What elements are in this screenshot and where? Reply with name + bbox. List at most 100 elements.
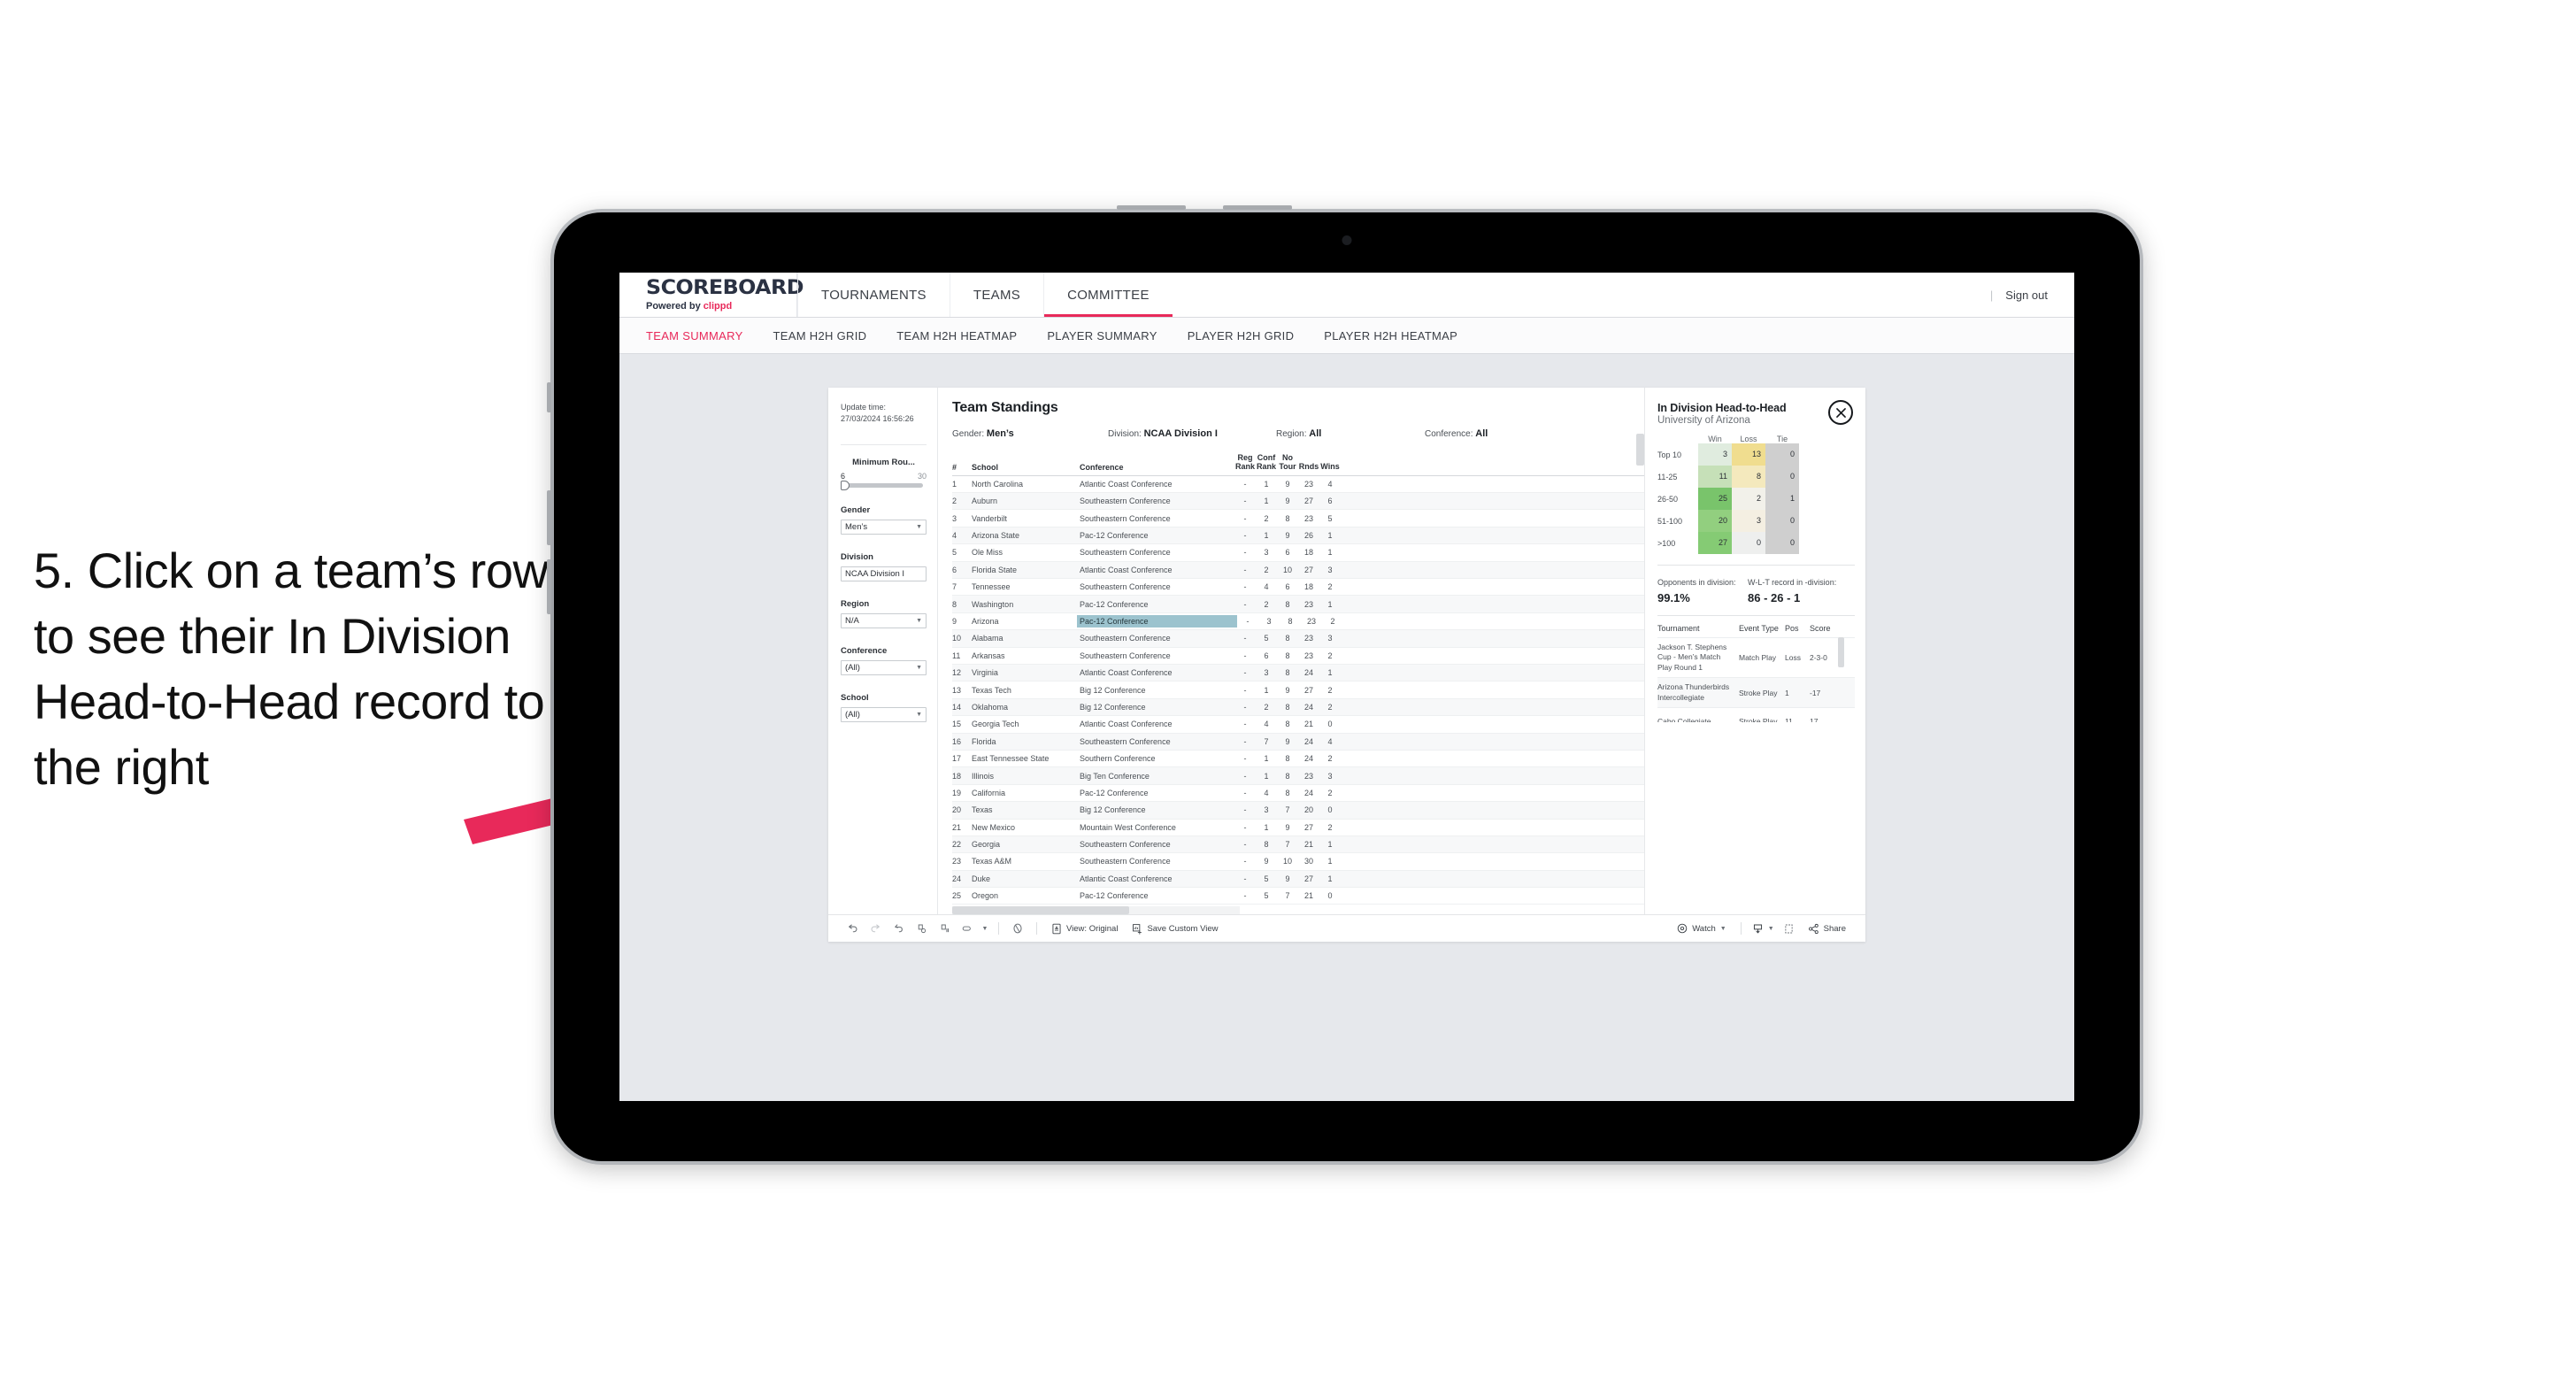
cell-conference: Big 12 Conference: [1080, 685, 1146, 695]
table-row[interactable]: 5 Ole Miss Southeastern Conference - 3 6 18 1: [952, 544, 1644, 562]
filter-conference-select[interactable]: (All) ▼: [841, 660, 927, 676]
h2h-heatmap-cell[interactable]: 3: [1732, 510, 1765, 532]
tab-team-h2h-grid[interactable]: TEAM H2H GRID: [773, 329, 867, 343]
horizontal-scrollbar-thumb[interactable]: [952, 906, 1129, 915]
table-row[interactable]: 14 Oklahoma Big 12 Conference - 2 8 24 2: [952, 698, 1644, 717]
h2h-heatmap-cell[interactable]: 3: [1698, 443, 1732, 466]
table-row[interactable]: 8 Washington Pac-12 Conference - 2 8 23 1: [952, 596, 1644, 613]
tournament-row[interactable]: Cabo Collegiate Stroke Play 11 17: [1657, 707, 1855, 722]
cell-wins: 1: [1327, 548, 1333, 558]
table-row[interactable]: 2 Auburn Southeastern Conference - 1 9 27 6: [952, 493, 1644, 511]
h2h-subtitle: University of Arizona: [1657, 415, 1750, 426]
vertical-scrollbar-thumb[interactable]: [1636, 434, 1644, 466]
tab-team-summary[interactable]: TEAM SUMMARY: [646, 329, 743, 343]
table-row[interactable]: 23 Texas A&M Southeastern Conference - 9 10 30…: [952, 853, 1644, 871]
stat-opponents-value: 99.1%: [1657, 591, 1690, 604]
device-layout-icon[interactable]: [1778, 919, 1801, 938]
save-custom-view-button[interactable]: Save Custom View: [1125, 923, 1225, 935]
cell-conf-rank: 1: [1264, 497, 1269, 506]
fit-size-icon[interactable]: [956, 919, 979, 938]
app-header: SCOREBOARD Powered by clippd TOURNAMENTS…: [619, 273, 2074, 318]
nav-item-tournaments[interactable]: TOURNAMENTS: [797, 273, 950, 317]
pause-updates-icon[interactable]: [933, 919, 956, 938]
table-row[interactable]: 21 New Mexico Mountain West Conference - 1 9 2…: [952, 820, 1644, 836]
tournament-scrollbar-thumb[interactable]: [1838, 637, 1844, 667]
cell-no-tour: 8: [1285, 720, 1290, 729]
table-row[interactable]: 13 Texas Tech Big 12 Conference - 1 9 27 2: [952, 681, 1644, 699]
tab-player-summary[interactable]: PLAYER SUMMARY: [1047, 329, 1157, 343]
h2h-heatmap-cell[interactable]: 11: [1698, 466, 1732, 488]
undo-icon[interactable]: [841, 919, 864, 938]
refresh-icon[interactable]: [910, 919, 933, 938]
cell-conference: Atlantic Coast Conference: [1080, 720, 1173, 729]
table-row[interactable]: 24 Duke Atlantic Coast Conference - 5 9 27 1: [952, 870, 1644, 889]
view-original-button[interactable]: View: Original: [1044, 923, 1125, 935]
h2h-heatmap-cell[interactable]: 0: [1765, 532, 1799, 554]
cell-school: Oklahoma: [972, 702, 1009, 712]
table-row[interactable]: 19 California Pac-12 Conference - 4 8 24 2: [952, 785, 1644, 803]
cell-event-type: Stroke Play: [1739, 717, 1778, 722]
table-row[interactable]: 11 Arkansas Southeastern Conference - 6 8 23 2: [952, 648, 1644, 665]
table-row[interactable]: 15 Georgia Tech Atlantic Coast Conference -…: [952, 716, 1644, 734]
h2h-heatmap-cell[interactable]: 8: [1732, 466, 1765, 488]
cell-rnds: 27: [1303, 874, 1313, 883]
h2h-heatmap-cell[interactable]: 1: [1765, 488, 1799, 510]
table-row[interactable]: 1 North Carolina Atlantic Coast Conference…: [952, 476, 1644, 494]
horizontal-scrollbar[interactable]: [952, 906, 1240, 915]
h2h-heatmap-cell[interactable]: 25: [1698, 488, 1732, 510]
cell-school: Arizona State: [972, 531, 1020, 541]
watch-button[interactable]: Watch ▼: [1670, 923, 1734, 934]
tab-team-h2h-heatmap[interactable]: TEAM H2H HEATMAP: [896, 329, 1017, 343]
table-row[interactable]: 25 Oregon Pac-12 Conference - 5 7 21 0: [952, 888, 1644, 905]
slider-handle[interactable]: [841, 481, 850, 491]
table-row[interactable]: 3 Vanderbilt Southeastern Conference - 2 8 23 5: [952, 510, 1644, 527]
filter-division-label: Division: [841, 552, 873, 563]
h2h-heatmap-cell[interactable]: 20: [1698, 510, 1732, 532]
summary-division: Division: NCAA Division I: [1108, 428, 1218, 439]
table-row[interactable]: 18 Illinois Big Ten Conference -1 8 23 3: [952, 767, 1644, 785]
h2h-heatmap-cell[interactable]: 27: [1698, 532, 1732, 554]
filter-gender-select[interactable]: Men’s ▼: [841, 520, 927, 535]
cell-school: Vanderbilt: [972, 513, 1007, 523]
slider-track[interactable]: [841, 481, 923, 491]
tournament-row[interactable]: Jackson T. Stephens Cup - Men’s Match Pl…: [1657, 637, 1855, 677]
cell-conference: Atlantic Coast Conference: [1080, 668, 1173, 678]
fit-caret-icon[interactable]: ▼: [979, 919, 991, 938]
close-icon[interactable]: [1828, 400, 1853, 425]
h2h-heatmap-cell[interactable]: 2: [1732, 488, 1765, 510]
table-row[interactable]: 17 East Tennessee State Southern Conferenc…: [952, 751, 1644, 768]
col-school: School: [972, 462, 999, 472]
share-button[interactable]: Share: [1801, 923, 1853, 935]
h2h-heatmap-cell[interactable]: 0: [1765, 510, 1799, 532]
table-row[interactable]: 9 Arizona Pac-12 Conference - 3 8 23 2: [952, 613, 1644, 631]
sign-out-button[interactable]: Sign out: [2005, 289, 2048, 302]
table-row[interactable]: 4 Arizona State Pac-12 Conference - 1 9 26 1: [952, 527, 1644, 545]
standings-table-body: 1 North Carolina Atlantic Coast Conference…: [952, 476, 1644, 905]
tab-player-h2h-heatmap[interactable]: PLAYER H2H HEATMAP: [1324, 329, 1457, 343]
h2h-heatmap-cell[interactable]: 0: [1765, 466, 1799, 488]
table-row[interactable]: 10 Alabama Southeastern Conference - 5 8 23 3: [952, 630, 1644, 648]
cell-rnds: 21: [1303, 840, 1313, 850]
tournament-row[interactable]: Arizona Thunderbirds Intercollegiate Stro…: [1657, 677, 1855, 708]
table-row[interactable]: 12 Virginia Atlantic Coast Conference - 3 8 24…: [952, 664, 1644, 682]
h2h-heatmap-cell[interactable]: 0: [1765, 443, 1799, 466]
cell-school: Georgia Tech: [972, 720, 1019, 729]
tab-player-h2h-grid[interactable]: PLAYER H2H GRID: [1188, 329, 1295, 343]
filter-region-select[interactable]: N/A ▼: [841, 613, 927, 629]
table-row[interactable]: 20 Texas Big 12 Conference - 3 7 20 0: [952, 802, 1644, 820]
table-row[interactable]: 22 Georgia Southeastern Conference - 8 7 21 1: [952, 835, 1644, 854]
redo-icon[interactable]: [864, 919, 887, 938]
h2h-heatmap-cell[interactable]: 0: [1732, 532, 1765, 554]
table-row[interactable]: 16 Florida Southeastern Conference - 7 9 24 4: [952, 733, 1644, 751]
nav-item-teams[interactable]: TEAMS: [949, 273, 1043, 317]
highlight-icon[interactable]: [1006, 919, 1029, 938]
h2h-heatmap-cell[interactable]: 13: [1732, 443, 1765, 466]
cell-reg-rank: -: [1243, 840, 1247, 850]
table-row[interactable]: 7 Tennessee Southeastern Conference - 4 6 18 2: [952, 579, 1644, 597]
download-button[interactable]: ▼: [1749, 923, 1778, 935]
nav-item-committee[interactable]: COMMITTEE: [1043, 273, 1173, 317]
filter-school-select[interactable]: (All) ▼: [841, 707, 927, 723]
table-row[interactable]: 6 Florida State Atlantic Coast Conference -…: [952, 561, 1644, 580]
revert-icon[interactable]: [887, 919, 910, 938]
filter-division-select[interactable]: NCAA Division I: [841, 566, 927, 582]
